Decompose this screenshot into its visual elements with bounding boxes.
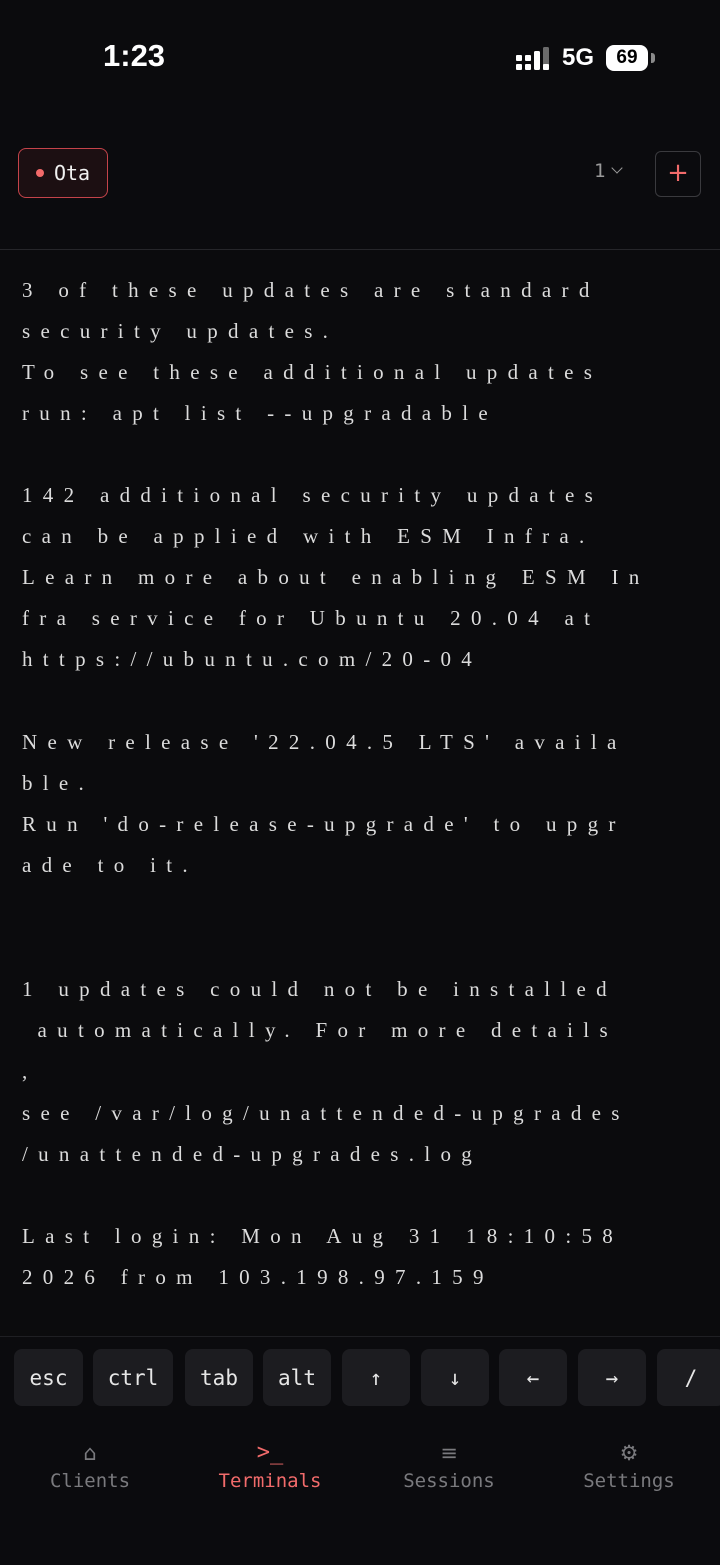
- network-type: 5G: [562, 44, 595, 71]
- list-icon: ≡: [440, 1441, 458, 1465]
- terminal-tab-ota[interactable]: Ota: [18, 148, 108, 198]
- key-arrow-down[interactable]: ↓: [421, 1349, 489, 1406]
- nav-item-label: Clients: [49, 1470, 131, 1492]
- key-arrow-up[interactable]: ↑: [342, 1349, 410, 1406]
- key-arrow-right[interactable]: →: [578, 1349, 646, 1406]
- terminal-line: run: apt list --upgradable: [22, 401, 498, 425]
- gear-icon: ⚙: [619, 1441, 639, 1465]
- terminal-line: 1 updates could not be installed: [22, 977, 617, 1001]
- terminal-line: see /var/log/unattended-upgrades: [22, 1101, 630, 1125]
- bottom-nav: ⌂ Clients >_ Terminals ≡ Sessions ⚙ Sett…: [0, 1418, 720, 1565]
- key-tab[interactable]: tab: [185, 1349, 253, 1406]
- nav-item-label: Settings: [583, 1470, 675, 1492]
- terminal-line: /unattended-upgrades.log: [22, 1142, 483, 1166]
- chevron-down-icon: [611, 162, 624, 174]
- tab-label: Ota: [53, 161, 91, 185]
- key-alt[interactable]: alt: [263, 1349, 331, 1406]
- plus-icon: +: [667, 158, 689, 188]
- battery-tip: [651, 53, 655, 63]
- terminal-line: 142 additional security updates: [22, 483, 604, 507]
- nav-item-settings[interactable]: ⚙ Settings: [539, 1436, 719, 1492]
- terminal-line: To see these additional updates: [22, 360, 603, 384]
- key-slash[interactable]: /: [657, 1349, 720, 1406]
- key-esc[interactable]: esc: [14, 1349, 83, 1406]
- terminal-line: fra service for Ubuntu 20.04 at: [22, 606, 601, 630]
- add-terminal-button[interactable]: +: [655, 151, 701, 197]
- terminal-line: New release '22.04.5 LTS' availa: [22, 730, 627, 754]
- nav-item-clients[interactable]: ⌂ Clients: [0, 1436, 180, 1492]
- nav-item-terminals[interactable]: >_ Terminals: [180, 1436, 360, 1492]
- clock: 1:23: [103, 38, 166, 73]
- terminal-line: automatically. For more details: [22, 1018, 618, 1042]
- terminal-output[interactable]: 3 of these updates are standard security…: [0, 250, 720, 1336]
- terminal-line: can be applied with ESM Infra.: [22, 524, 595, 548]
- key-arrow-left[interactable]: ←: [499, 1349, 567, 1406]
- terminal-line: ,: [22, 1059, 38, 1083]
- terminal-line: 2026 from 103.198.97.159: [22, 1265, 494, 1289]
- window-index: 1: [594, 160, 606, 182]
- terminal-line: Last login: Mon Aug 31 18:10:58: [22, 1224, 624, 1248]
- terminal-line: https://ubuntu.com/20-04: [22, 647, 483, 671]
- status-dot-icon: [35, 169, 44, 177]
- terminal-line: 3 of these updates are standard: [22, 278, 600, 302]
- status-bar: 1:23 5G 69: [0, 0, 720, 100]
- nav-item-label: Terminals: [218, 1470, 322, 1492]
- window-selector[interactable]: 1: [594, 160, 624, 182]
- terminal-line: ade to it.: [22, 853, 198, 877]
- terminal-line: Learn more about enabling ESM In: [22, 565, 650, 589]
- battery-icon: 69: [606, 45, 648, 71]
- nav-item-sessions[interactable]: ≡ Sessions: [359, 1436, 539, 1492]
- terminal-line: security updates.: [22, 319, 339, 343]
- key-ctrl[interactable]: ctrl: [93, 1349, 173, 1406]
- terminal-topbar: Ota 1 +: [0, 100, 720, 250]
- terminal-line: Run 'do-release-upgrade' to upgr: [22, 812, 626, 836]
- extra-keys-bar: esc ctrl tab alt ↑ ↓ ← → /: [0, 1336, 720, 1419]
- cellular-signal-icon: [516, 47, 549, 70]
- terminal-line: ble.: [22, 771, 95, 795]
- home-icon: ⌂: [83, 1441, 97, 1465]
- nav-item-label: Sessions: [403, 1470, 495, 1492]
- terminal-icon: >_: [256, 1440, 284, 1465]
